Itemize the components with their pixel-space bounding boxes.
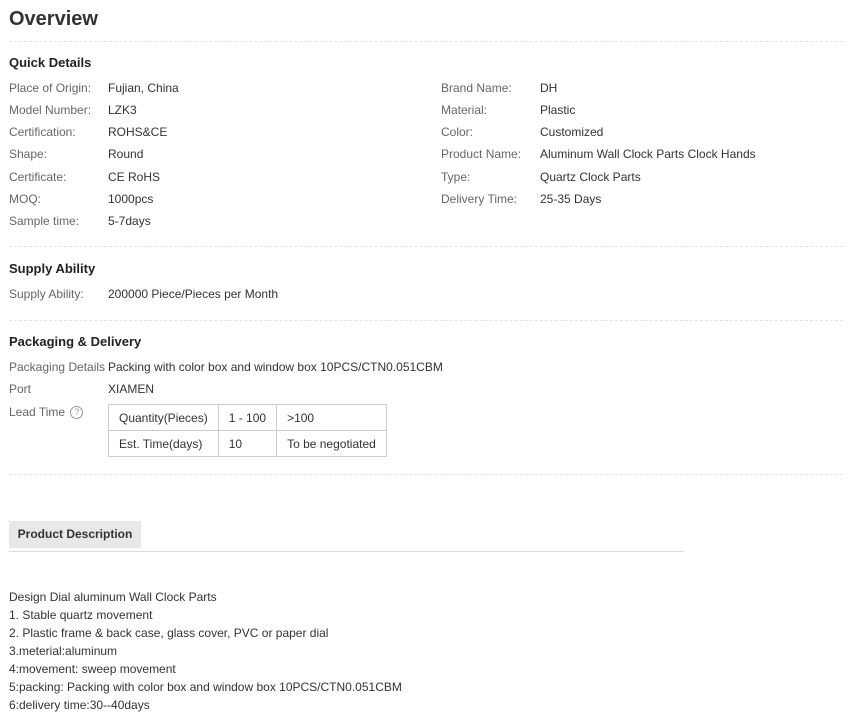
description-line: 3.meterial:aluminum [9, 644, 118, 658]
lead-time-label: Lead Time [9, 405, 66, 419]
certification-label: Certification: [9, 125, 76, 139]
port-label: Port [9, 382, 32, 396]
product-name-value: Aluminum Wall Clock Parts Clock Hands [540, 147, 756, 161]
sample-time-value: 5-7days [108, 214, 151, 228]
shape-value: Round [108, 147, 144, 161]
table-cell: Quantity(Pieces) [108, 404, 219, 431]
tab-product-description[interactable]: Product Description [9, 521, 141, 548]
brand-name-label: Brand Name: [441, 81, 512, 95]
question-circle-icon[interactable]: ? [70, 406, 84, 419]
table-row: Quantity(Pieces) 1 - 100 >100 [108, 404, 387, 431]
description-line: 6:delivery time:30--40days [9, 698, 150, 712]
shape-label: Shape: [9, 147, 48, 161]
packaging-details-value: Packing with color box and window box 10… [108, 360, 443, 374]
divider [9, 246, 843, 247]
certificate-label: Certificate: [9, 170, 67, 184]
certification-value: ROHS&CE [108, 125, 168, 139]
model-number-value: LZK3 [108, 103, 137, 117]
certificate-value: CE RoHS [108, 170, 161, 184]
place-of-origin-label: Place of Origin: [9, 81, 92, 95]
color-value: Customized [540, 125, 604, 139]
divider [9, 320, 843, 321]
supply-ability-label: Supply Ability: [9, 287, 84, 301]
model-number-label: Model Number: [9, 103, 92, 117]
table-cell: 10 [217, 430, 278, 457]
description-line: 2. Plastic frame & back case, glass cove… [9, 626, 329, 640]
delivery-time-label: Delivery Time: [441, 192, 518, 206]
supply-ability-value: 200000 Piece/Pieces per Month [108, 287, 279, 301]
description-line: 1. Stable quartz movement [9, 608, 153, 622]
place-of-origin-value: Fujian, China [108, 81, 179, 95]
color-label: Color: [441, 125, 474, 139]
type-value: Quartz Clock Parts [540, 170, 641, 184]
packaging-delivery-heading: Packaging & Delivery [9, 334, 142, 349]
table-row: Est. Time(days) 10 To be negotiated [108, 430, 387, 457]
material-value: Plastic [540, 103, 576, 117]
port-value: XIAMEN [108, 382, 155, 396]
lead-time-table: Quantity(Pieces) 1 - 100 >100 Est. Time(… [108, 404, 387, 457]
description-line: 5:packing: Packing with color box and wi… [9, 680, 402, 694]
table-cell: Est. Time(days) [108, 430, 219, 457]
moq-label: MOQ: [9, 192, 41, 206]
description-tab-bar: Product Description [9, 521, 684, 552]
description-line: 4:movement: sweep movement [9, 662, 176, 676]
delivery-time-value: 25-35 Days [540, 192, 602, 206]
table-cell: >100 [276, 404, 387, 431]
sample-time-label: Sample time: [9, 214, 80, 228]
material-label: Material: [441, 103, 488, 117]
table-cell: To be negotiated [276, 430, 387, 457]
packaging-details-label: Packaging Details [9, 360, 106, 374]
supply-ability-heading: Supply Ability [9, 261, 96, 276]
divider [9, 474, 843, 475]
quick-details-heading: Quick Details [9, 55, 92, 70]
product-name-label: Product Name: [441, 147, 522, 161]
brand-name-value: DH [540, 81, 558, 95]
type-label: Type: [441, 170, 471, 184]
moq-value: 1000pcs [108, 192, 154, 206]
lead-time-label-group: Lead Time ? [9, 405, 84, 419]
page-title: Overview [9, 8, 98, 30]
divider [9, 41, 843, 42]
description-line: Design Dial aluminum Wall Clock Parts [9, 590, 217, 604]
table-cell: 1 - 100 [217, 404, 278, 431]
